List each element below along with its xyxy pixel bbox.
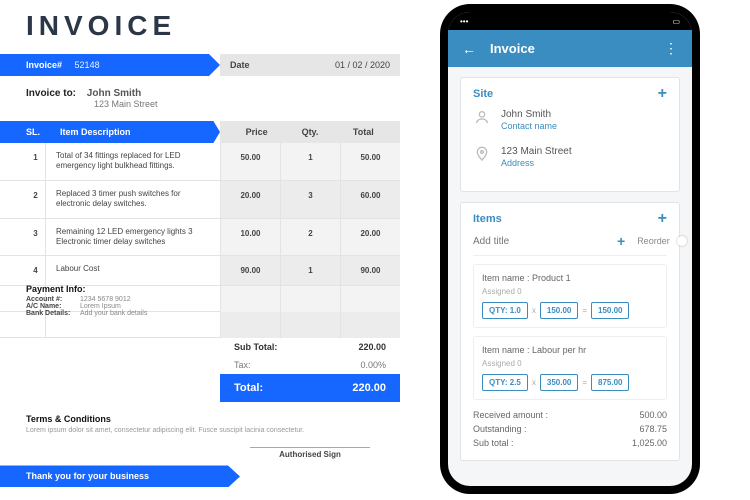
equals-icon: = [582, 378, 587, 387]
outstanding-line: Outstanding :678.75 [473, 422, 667, 436]
app-bar: ← Invoice ⋮ [448, 30, 692, 67]
table-row: 1 Total of 34 fittings replaced for LED … [0, 143, 400, 181]
phone-status-bar: ••• ▭ [448, 12, 692, 30]
payment-info: Payment Info: Account #:1234 5678 9012 A… [0, 284, 210, 402]
invoice-number-bar: Invoice# 52148 [0, 54, 220, 76]
add-title-input[interactable] [473, 236, 605, 247]
back-icon[interactable]: ← [462, 41, 476, 57]
site-contact-name: John Smith [501, 108, 557, 121]
rate-chip[interactable]: 150.00 [540, 302, 578, 319]
subtotal-line: Sub total :1,025.00 [473, 436, 667, 450]
item-row: Item name : Product 1 Assigned 0 QTY: 1.… [473, 264, 667, 328]
thank-you-bar: Thank you for your business [0, 465, 240, 487]
site-address-sub[interactable]: Address [501, 158, 534, 168]
invoice-to: Invoice to: John Smith 123 Main Street [0, 76, 400, 121]
battery-icon: ▭ [672, 17, 680, 26]
phone-frame: ••• ▭ ← Invoice ⋮ Site + [440, 4, 700, 494]
items-label: Items [473, 213, 502, 225]
amount-chip[interactable]: 875.00 [591, 374, 629, 391]
signal-icon: ••• [460, 17, 468, 26]
qty-chip[interactable]: QTY: 2.5 [482, 374, 528, 391]
site-address: 123 Main Street [501, 145, 572, 158]
appbar-title: Invoice [490, 41, 650, 56]
rate-chip[interactable]: 350.00 [540, 374, 578, 391]
site-card: Site + John Smith Contact name [460, 77, 680, 192]
amount-chip[interactable]: 150.00 [591, 302, 629, 319]
multiply-icon: x [532, 378, 536, 387]
invoice-title: INVOICE [0, 10, 400, 42]
invoice-date-bar: Date 01 / 02 / 2020 [220, 54, 400, 76]
table-row: 4 Labour Cost 90.00 1 90.00 [0, 256, 400, 286]
terms: Terms & Conditions Lorem ipsum dolor sit… [0, 402, 400, 435]
item-row: Item name : Labour per hr Assigned 0 QTY… [473, 336, 667, 400]
add-title-plus[interactable]: + [611, 233, 631, 249]
table-header: SL. Item Description Price Qty. Total [0, 121, 400, 143]
table-row: 3 Remaining 12 LED emergency lights 3 El… [0, 219, 400, 257]
received-line: Received amount :500.00 [473, 408, 667, 422]
invoice-document: INVOICE Invoice# 52148 Date 01 / 02 / 20… [0, 0, 400, 494]
person-icon [473, 108, 491, 126]
qty-chip[interactable]: QTY: 1.0 [482, 302, 528, 319]
totals: Sub Total:220.00 Tax:0.00% Total:220.00 [220, 338, 400, 402]
table-row: 2 Replaced 3 timer push switches for ele… [0, 181, 400, 219]
site-contact-sub[interactable]: Contact name [501, 121, 557, 131]
add-item-button[interactable]: + [658, 213, 667, 225]
signature-line: Authorised Sign [250, 447, 370, 459]
pin-icon [473, 145, 491, 163]
add-site-button[interactable]: + [658, 88, 667, 100]
equals-icon: = [582, 306, 587, 315]
more-icon[interactable]: ⋮ [664, 40, 678, 57]
reorder-label: Reorder [637, 236, 670, 246]
site-label: Site [473, 88, 493, 100]
items-card: Items + + Reorder Item name : Product 1 … [460, 202, 680, 461]
multiply-icon: x [532, 306, 536, 315]
